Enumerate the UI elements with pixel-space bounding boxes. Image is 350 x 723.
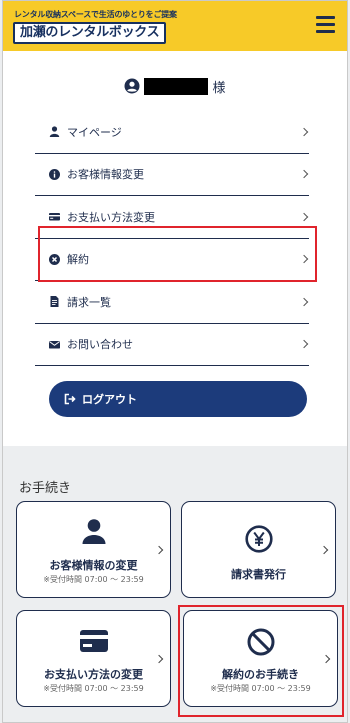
sign-out-icon [64, 393, 76, 405]
card-hours: ※受付時間 07:00 ～ 23:59 [43, 575, 144, 584]
user-honorific: 様 [212, 80, 226, 96]
account-menu: マイページ お客様情報変更 お支払い方法変更 解約 請求一覧 お問い合わせ [35, 111, 309, 366]
credit-card-icon [49, 211, 60, 222]
envelope-icon [49, 339, 60, 350]
menu-item-label: お支払い方法変更 [67, 210, 155, 224]
card-invoice-issue[interactable]: 請求書発行 [181, 501, 336, 598]
brand-logo[interactable]: 加瀬のレンタルボックス [13, 22, 167, 44]
menu-item-customer-info[interactable]: お客様情報変更 [35, 154, 309, 196]
card-title: 解約のお手続き [222, 668, 299, 681]
chevron-right-icon [299, 340, 309, 349]
menu-item-label: マイページ [67, 125, 122, 139]
menu-item-label: お客様情報変更 [67, 168, 144, 182]
chevron-right-icon [321, 654, 331, 663]
chevron-right-icon [299, 170, 309, 179]
chevron-right-icon [299, 297, 309, 306]
account-menu-panel: 様 マイページ お客様情報変更 お支払い方法変更 解約 請求一覧 お問い合わせ … [3, 51, 347, 446]
user-circle-icon [124, 78, 140, 94]
menu-item-invoices[interactable]: 請求一覧 [35, 281, 309, 324]
credit-card-icon [79, 630, 108, 652]
card-title: お客様情報の変更 [49, 559, 138, 572]
cancel-circle-icon [49, 253, 60, 265]
menu-item-contact[interactable]: お問い合わせ [35, 324, 309, 366]
app-frame: レンタル収納スペースで生活のゆとりをご提案 加瀬のレンタルボックス 様 マイペー… [2, 0, 348, 723]
card-hours: ※受付時間 07:00 ～ 23:59 [210, 684, 311, 693]
menu-item-label: 請求一覧 [67, 295, 111, 309]
chevron-right-icon [154, 545, 164, 554]
menu-item-label: 解約 [67, 253, 89, 267]
card-title: 請求書発行 [231, 568, 286, 581]
hamburger-menu-icon[interactable] [316, 16, 335, 33]
header-tagline: レンタル収納スペースで生活のゆとりをご提案 [14, 10, 177, 19]
card-payment-method-change[interactable]: お支払い方法の変更 ※受付時間 07:00 ～ 23:59 [16, 610, 171, 707]
header-bar: レンタル収納スペースで生活のゆとりをご提案 加瀬のレンタルボックス [3, 1, 347, 51]
chevron-right-icon [299, 127, 309, 136]
info-icon [49, 168, 60, 180]
logout-button[interactable]: ログアウト [49, 381, 307, 417]
card-title: お支払い方法の変更 [44, 668, 143, 681]
procedures-heading: お手続き [19, 481, 72, 496]
yen-circle-icon [244, 525, 273, 553]
menu-item-mypage[interactable]: マイページ [35, 111, 309, 154]
card-cancellation-procedure[interactable]: 解約のお手続き ※受付時間 07:00 ～ 23:59 [183, 610, 338, 707]
chevron-right-icon [299, 212, 309, 221]
menu-item-payment-method[interactable]: お支払い方法変更 [35, 196, 309, 239]
user-icon [49, 126, 60, 138]
logout-label: ログアウト [82, 393, 137, 406]
menu-item-label: お問い合わせ [67, 338, 133, 352]
user-greeting: 様 [3, 75, 347, 97]
menu-item-cancellation[interactable]: 解約 [35, 239, 309, 281]
chevron-right-icon [319, 545, 329, 554]
person-icon [82, 519, 105, 544]
card-hours: ※受付時間 07:00 ～ 23:59 [43, 684, 144, 693]
prohibited-icon [247, 628, 274, 656]
user-name-redacted [144, 77, 209, 95]
card-customer-info-change[interactable]: お客様情報の変更 ※受付時間 07:00 ～ 23:59 [16, 501, 171, 598]
chevron-right-icon [154, 654, 164, 663]
document-icon [49, 296, 60, 308]
chevron-right-icon [299, 255, 309, 264]
